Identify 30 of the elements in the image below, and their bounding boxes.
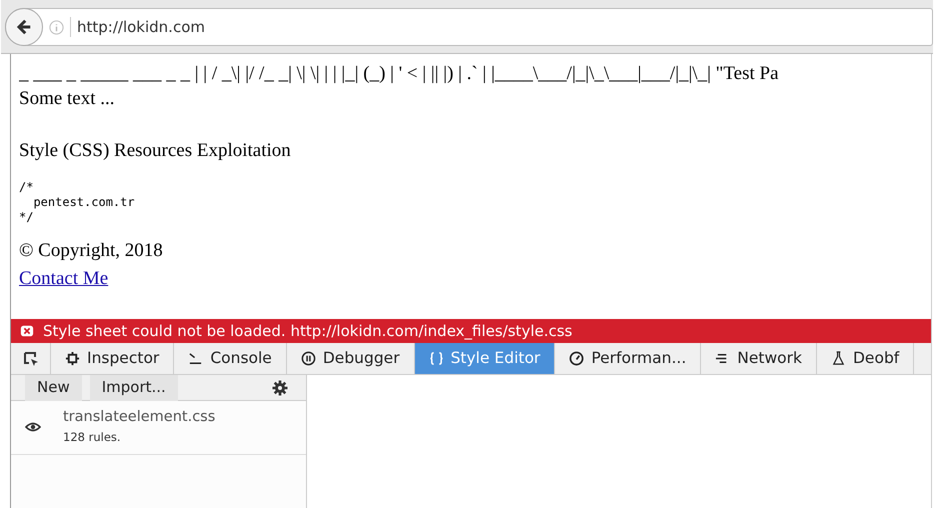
cursor-icon [22,350,38,366]
error-icon [19,324,35,338]
info-icon [49,20,64,34]
new-button[interactable]: New [25,374,82,400]
devtools-tab[interactable]: Inspector [51,343,174,374]
contact-link[interactable]: Contact Me [19,268,108,290]
flask-icon [830,351,846,366]
rule-count: 128 rules. [63,428,122,446]
page-text: Some text ... [19,86,116,111]
devtools-tab[interactable]: Performan... [555,343,702,374]
page-heading: Style (CSS) Resources Exploitation [19,139,292,164]
settings-icon [272,380,288,396]
back-button[interactable] [5,8,43,46]
devtools-tab[interactable]: Deobf [816,343,914,374]
ascii-art-text: _ ___ _ _____ ___ _ _ | | / _\| |/ /_ _| \| \| | | |_| (_) | ' < | || |) | .` | |____\___/|_|\_\___|___/|_|\_| "Test Pa [19,64,780,85]
code-comment: /* pentest.com.tr */ [19,180,136,225]
copyright-text: © Copyright, 2018 [19,238,164,263]
devtools-tab[interactable]: Network [701,343,817,374]
devtools-tab[interactable]: Console [174,343,287,374]
inspector-icon [65,351,80,366]
import-button[interactable]: Import... [90,374,178,400]
url-text: http://lokidn.com [77,16,205,38]
braces-icon [428,351,444,366]
gauge-icon [569,351,584,366]
pause-icon [300,351,316,366]
error-message: Style sheet could not be loaded. http://lokidn.com/index_files/style.css [43,320,572,342]
sheet-name: translateelement.css [63,408,216,427]
address-bar[interactable]: http://lokidn.com [5,8,933,46]
stylesheet-item[interactable]: translateelement.css 128 rules. [11,401,306,455]
console-icon [188,351,204,366]
